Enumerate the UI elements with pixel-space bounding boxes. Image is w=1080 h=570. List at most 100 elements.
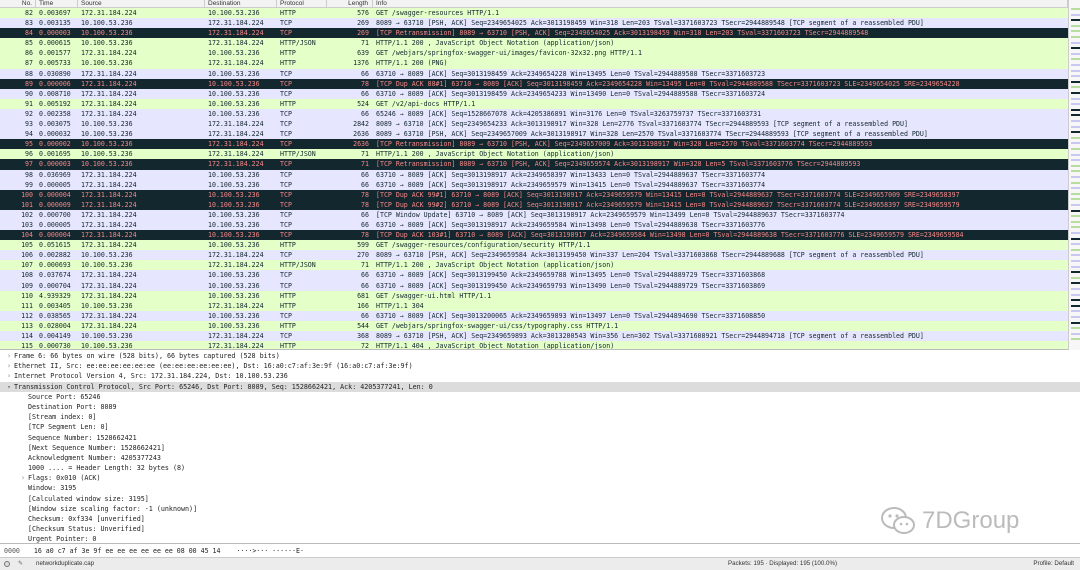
packet-row[interactable]: 104 0.000004 172.31.184.224 10.100.53.236 TC… — [0, 230, 1068, 241]
status-profile[interactable]: Profile: Default — [1033, 558, 1074, 570]
minimap-mark — [1071, 243, 1080, 246]
minimap-mark — [1071, 248, 1080, 251]
packet-bytes-pane[interactable]: 0000 16 a0 c7 af 3e 9f ee ee ee ee ee ee… — [0, 545, 1080, 558]
minimap-mark — [1071, 64, 1080, 66]
packet-minimap-scrollbar[interactable] — [1068, 0, 1080, 350]
capture-status-icon[interactable] — [4, 561, 10, 567]
detail-tree-item[interactable]: Source Port: 65246 — [0, 392, 1080, 402]
expand-arrow-icon[interactable]: › — [18, 473, 28, 483]
packet-list[interactable]: No. Time Source Destination Protocol Len… — [0, 0, 1068, 350]
packet-info: 63710 → 8089 [ACK] Seq=3013198917 Ack=23… — [376, 180, 766, 189]
packet-protocol: HTTP — [280, 342, 296, 350]
detail-tree-label: 1000 .... = Header Length: 32 bytes (8) — [28, 464, 186, 473]
collapse-arrow-icon[interactable]: ▾ — [4, 382, 14, 392]
col-header-info[interactable]: Info — [373, 0, 1068, 7]
packet-row[interactable]: 98 0.036969 172.31.184.224 10.100.53.236 TCP… — [0, 169, 1068, 180]
minimap-mark — [1071, 136, 1080, 139]
packet-row[interactable]: 94 0.000032 10.100.53.236 172.31.184.224 TCP… — [0, 129, 1068, 140]
packet-protocol: TCP — [280, 79, 292, 88]
detail-tree-item[interactable]: [TCP Segment Len: 0] — [0, 422, 1080, 432]
packet-row[interactable]: 96 0.001695 10.100.53.236 172.31.184.224 HTT… — [0, 149, 1068, 160]
packet-row[interactable]: 114 0.004149 10.100.53.236 172.31.184.224 TC… — [0, 331, 1068, 342]
packet-info: 63710 → 8089 [ACK] Seq=3013198459 Ack=23… — [376, 89, 766, 98]
packet-row[interactable]: 88 0.030890 172.31.184.224 10.100.53.236 TCP… — [0, 68, 1068, 79]
col-header-destination[interactable]: Destination — [205, 0, 277, 7]
packet-protocol: TCP — [280, 140, 292, 149]
packet-row[interactable]: 87 0.005733 10.100.53.236 172.31.184.224 HTT… — [0, 58, 1068, 69]
detail-tree-label: Destination Port: 8089 — [28, 402, 117, 411]
detail-tree-label: [TCP Segment Len: 0] — [28, 423, 109, 432]
col-header-length[interactable]: Length — [327, 0, 373, 7]
packet-row[interactable]: 110 4.939329 172.31.184.224 10.100.53.236 HT… — [0, 290, 1068, 301]
packet-row[interactable]: 108 0.037674 172.31.184.224 10.100.53.236 TC… — [0, 270, 1068, 281]
detail-tree-item[interactable]: › Internet Protocol Version 4, Src: 172.3… — [0, 371, 1080, 381]
packet-row[interactable]: 105 0.051615 172.31.184.224 10.100.53.236 HT… — [0, 240, 1068, 251]
packet-row[interactable]: 83 0.003135 10.100.53.236 172.31.184.224 TCP… — [0, 18, 1068, 29]
packet-row[interactable]: 84 0.000003 10.100.53.236 172.31.184.224 TCP… — [0, 28, 1068, 39]
packet-row[interactable]: 91 0.005192 172.31.184.224 10.100.53.236 HTT… — [0, 98, 1068, 109]
detail-tree-item[interactable]: › Flags: 0x010 (ACK) — [0, 473, 1080, 483]
packet-row[interactable]: 99 0.000005 172.31.184.224 10.100.53.236 TCP… — [0, 179, 1068, 190]
minimap-mark — [1071, 142, 1080, 145]
detail-tree-item[interactable]: › Frame 6: 66 bytes on wire (528 bits), 6… — [0, 351, 1080, 361]
packet-row[interactable]: 102 0.000700 172.31.184.224 10.100.53.236 TC… — [0, 209, 1068, 220]
status-bar: ✎ networkduplicate.cap Packets: 195 · Di… — [0, 558, 1080, 570]
col-header-no[interactable]: No. — [0, 0, 36, 7]
packet-row[interactable]: 82 0.003697 172.31.184.224 10.100.53.236 HTT… — [0, 8, 1068, 19]
expand-arrow-icon[interactable]: › — [4, 371, 14, 381]
packet-row[interactable]: 115 0.000730 10.100.53.236 172.31.184.224 HT… — [0, 341, 1068, 350]
packet-row[interactable]: 97 0.000003 10.100.53.236 172.31.184.224 TCP… — [0, 159, 1068, 170]
packet-no: 111 — [21, 301, 33, 310]
packet-row[interactable]: 101 0.000009 172.31.184.224 10.100.53.236 TC… — [0, 199, 1068, 210]
packet-row[interactable]: 109 0.000704 172.31.184.224 10.100.53.236 TC… — [0, 280, 1068, 291]
packet-source: 172.31.184.224 — [81, 89, 137, 98]
packet-destination: 172.31.184.224 — [208, 261, 264, 270]
packet-no: 82 — [25, 9, 33, 17]
detail-tree-item[interactable]: Window: 3195 — [0, 483, 1080, 493]
packet-row[interactable]: 89 0.000006 172.31.184.224 10.100.53.236 TCP… — [0, 78, 1068, 89]
packet-info: 8089 → 63710 [PSH, ACK] Seq=2349659893 A… — [376, 332, 924, 340]
packet-protocol: HTTP/JSON — [280, 150, 316, 159]
detail-tree-item[interactable]: 1000 .... = Header Length: 32 bytes (8) — [0, 463, 1080, 473]
detail-tree-item[interactable]: Destination Port: 8089 — [0, 402, 1080, 412]
col-header-source[interactable]: Source — [78, 0, 205, 7]
expand-arrow-icon[interactable]: › — [4, 351, 14, 361]
packet-row[interactable]: 106 0.002882 10.100.53.236 172.31.184.224 TC… — [0, 250, 1068, 261]
packet-time: 0.000003 — [39, 29, 71, 38]
packet-row[interactable]: 92 0.002358 172.31.184.224 10.100.53.236 TCP… — [0, 108, 1068, 120]
packet-protocol: TCP — [280, 251, 292, 260]
packet-row[interactable]: 86 0.001577 172.31.184.224 10.100.53.236 HTT… — [0, 48, 1068, 59]
detail-tree-item[interactable]: [Stream index: 0] — [0, 412, 1080, 422]
packet-length: 78 — [361, 79, 369, 88]
packet-protocol: TCP — [280, 170, 292, 179]
packet-row[interactable]: 85 0.000615 10.100.53.236 172.31.184.224 HTT… — [0, 38, 1068, 49]
detail-tree-item[interactable]: [Calculated window size: 3195] — [0, 494, 1080, 504]
detail-tree-item[interactable]: Sequence Number: 1528662421 — [0, 433, 1080, 443]
packet-time: 0.030890 — [39, 69, 71, 78]
detail-tree-item[interactable]: Acknowledgment Number: 4205377243 — [0, 453, 1080, 463]
packet-source: 172.31.184.224 — [81, 291, 137, 300]
packet-row[interactable]: 93 0.003075 10.100.53.236 172.31.184.224 TCP… — [0, 119, 1068, 130]
watermark-text: 7DGroup — [922, 507, 1020, 534]
packet-info: 63710 → 8089 [ACK] Seq=3013199450 Ack=23… — [376, 281, 766, 290]
packet-row[interactable]: 113 0.028004 172.31.184.224 10.100.53.236 HT… — [0, 320, 1068, 331]
packet-row[interactable]: 90 0.008710 172.31.184.224 10.100.53.236 TCP… — [0, 88, 1068, 99]
packet-source: 172.31.184.224 — [81, 220, 137, 229]
packet-source: 172.31.184.224 — [81, 210, 137, 219]
status-filename: networkduplicate.cap — [36, 560, 95, 567]
detail-tree-item[interactable]: [Next Sequence Number: 1528662421] — [0, 443, 1080, 453]
col-header-time[interactable]: Time — [36, 0, 78, 7]
packet-source: 172.31.184.224 — [81, 170, 137, 179]
packet-row[interactable]: 95 0.000002 10.100.53.236 172.31.184.224 TCP… — [0, 139, 1068, 150]
detail-tree-item[interactable]: › Ethernet II, Src: ee:ee:ee:ee:ee:ee (ee… — [0, 361, 1080, 371]
packet-row[interactable]: 111 0.003405 10.100.53.236 172.31.184.224 HT… — [0, 300, 1068, 311]
packet-row[interactable]: 100 0.000004 172.31.184.224 10.100.53.236 TC… — [0, 189, 1068, 200]
packet-row[interactable]: 103 0.000005 172.31.184.224 10.100.53.236 TC… — [0, 219, 1068, 231]
expand-arrow-icon[interactable]: › — [4, 361, 14, 371]
packet-row[interactable]: 112 0.038565 172.31.184.224 10.100.53.236 TC… — [0, 310, 1068, 321]
detail-tree-item[interactable]: ▾ Transmission Control Protocol, Src Port… — [0, 381, 1080, 392]
col-header-protocol[interactable]: Protocol — [277, 0, 327, 7]
packet-row[interactable]: 107 0.000693 10.100.53.236 172.31.184.224 HT… — [0, 260, 1068, 271]
edit-comment-icon[interactable]: ✎ — [18, 558, 23, 570]
packet-info: GET /swagger-ui.html HTTP/1.1 — [376, 291, 492, 300]
